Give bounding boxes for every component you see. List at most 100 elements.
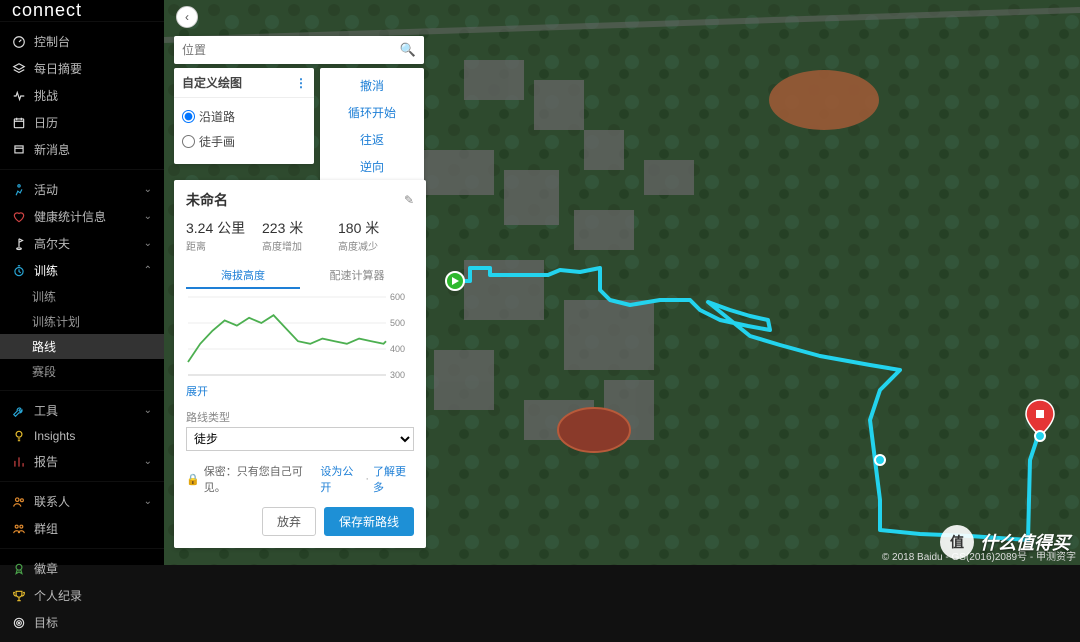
nav-label: 联系人 xyxy=(34,493,70,510)
make-public-link[interactable]: 设为公开 xyxy=(320,463,361,495)
nav-label: 每日摘要 xyxy=(34,60,82,77)
route-type-label: 路线类型 xyxy=(186,409,414,425)
golf-icon xyxy=(12,237,26,251)
nav-training[interactable]: 训练 ⌃ xyxy=(0,257,164,284)
nav-badges[interactable]: 徽章 xyxy=(0,555,164,582)
stat-value: 180 米 xyxy=(338,218,414,238)
nav-sub-routes[interactable]: 路线 xyxy=(0,334,164,359)
nav-console[interactable]: 控制台 xyxy=(0,28,164,55)
radio-freehand[interactable] xyxy=(182,135,195,148)
save-route-button[interactable]: 保存新路线 xyxy=(324,507,414,536)
nav-records: 徽章 个人纪录 目标 xyxy=(0,548,164,642)
nav-label: 健康统计信息 xyxy=(34,208,106,225)
nav-golf[interactable]: 高尔夫 ⌄ xyxy=(0,230,164,257)
watermark: 值 什么值得买 xyxy=(940,525,1070,559)
stat-elev-loss: 180 米 高度减少 xyxy=(338,218,414,253)
route-type-select[interactable]: 徒步 xyxy=(186,427,414,451)
nav-insights[interactable]: Insights xyxy=(0,424,164,448)
nav-tools-item[interactable]: 工具 ⌄ xyxy=(0,397,164,424)
action-undo[interactable]: 撤消 xyxy=(320,72,424,99)
target-icon xyxy=(12,616,26,630)
svg-text:500: 500 xyxy=(390,318,405,328)
nav-social: 联系人 ⌄ 群组 xyxy=(0,481,164,548)
nav-label: 新消息 xyxy=(34,141,70,158)
search-panel: 🔍 xyxy=(174,36,424,64)
chevron-up-icon: ⌃ xyxy=(144,265,152,276)
nav-label: 高尔夫 xyxy=(34,235,70,252)
heart-icon xyxy=(12,210,26,224)
chevron-down-icon: ⌄ xyxy=(144,184,152,195)
edit-icon[interactable]: ✎ xyxy=(404,193,414,207)
bell-icon xyxy=(12,143,26,157)
nav-label: Insights xyxy=(34,429,75,443)
nav-daily[interactable]: 每日摘要 xyxy=(0,55,164,82)
nav-goals[interactable]: 目标 xyxy=(0,609,164,636)
watermark-badge-icon: 值 xyxy=(940,525,974,559)
timer-icon xyxy=(12,264,26,278)
draw-option-freehand[interactable]: 徒手画 xyxy=(182,129,306,154)
nav-contacts[interactable]: 联系人 ⌄ xyxy=(0,488,164,515)
lock-icon: 🔒 xyxy=(186,473,200,486)
nav-challenges[interactable]: 挑战 xyxy=(0,82,164,109)
nav-label: 活动 xyxy=(34,181,58,198)
svg-text:600: 600 xyxy=(390,293,405,302)
nav-newsfeed[interactable]: 新消息 xyxy=(0,136,164,163)
nav-reports[interactable]: 报告 ⌄ xyxy=(0,448,164,475)
nav-label: 徽章 xyxy=(34,560,58,577)
trophy-icon xyxy=(12,589,26,603)
stat-label: 高度增加 xyxy=(262,238,338,253)
nav-label: 报告 xyxy=(34,453,58,470)
nav-pr[interactable]: 个人纪录 xyxy=(0,582,164,609)
chevron-down-icon: ⌄ xyxy=(144,211,152,222)
expand-link[interactable]: 展开 xyxy=(186,386,208,398)
map-area[interactable]: ‹ 🔍 自定义绘图 ⋮ 沿道路 徒手画 撤消 循环开始 往返 逆向 添加路线点 xyxy=(164,0,1080,565)
radio-road[interactable] xyxy=(182,110,195,123)
gauge-icon xyxy=(12,35,26,49)
tab-elevation[interactable]: 海拔高度 xyxy=(186,263,300,289)
groups-icon xyxy=(12,522,26,536)
learn-more-link[interactable]: 了解更多 xyxy=(373,463,414,495)
sidebar: connect 控制台 每日摘要 挑战 日历 新消息 活动 ⌄ xyxy=(0,0,164,565)
action-reverse[interactable]: 逆向 xyxy=(320,153,424,180)
nav-sub-plans[interactable]: 训练计划 xyxy=(0,309,164,334)
chevron-down-icon: ⌄ xyxy=(144,496,152,507)
search-input[interactable] xyxy=(182,43,400,57)
action-loopstart[interactable]: 循环开始 xyxy=(320,99,424,126)
layers-icon xyxy=(12,62,26,76)
nav-label: 个人纪录 xyxy=(34,587,82,604)
detail-panel: 未命名 ✎ 3.24 公里 距离 223 米 高度增加 180 米 高度减少 海… xyxy=(174,180,426,548)
stat-value: 223 米 xyxy=(262,218,338,238)
pulse-icon xyxy=(12,89,26,103)
start-marker xyxy=(446,272,464,290)
nav-sub-training[interactable]: 训练 xyxy=(0,284,164,309)
nav-primary: 控制台 每日摘要 挑战 日历 新消息 xyxy=(0,21,164,169)
discard-button[interactable]: 放弃 xyxy=(262,507,316,536)
watermark-text: 什么值得买 xyxy=(980,529,1070,555)
draw-option-road[interactable]: 沿道路 xyxy=(182,104,306,129)
nav-label: 控制台 xyxy=(34,33,70,50)
nav-health[interactable]: 健康统计信息 ⌄ xyxy=(0,203,164,230)
wrench-icon xyxy=(12,404,26,418)
back-button[interactable]: ‹ xyxy=(176,6,198,28)
nav-calendar[interactable]: 日历 xyxy=(0,109,164,136)
action-outback[interactable]: 往返 xyxy=(320,126,424,153)
nav-groups[interactable]: 群组 xyxy=(0,515,164,542)
search-icon[interactable]: 🔍 xyxy=(400,42,416,58)
nav-sub-segments[interactable]: 赛段 xyxy=(0,359,164,384)
run-icon xyxy=(12,183,26,197)
draw-title: 自定义绘图 xyxy=(182,74,242,91)
chevron-down-icon: ⌄ xyxy=(144,405,152,416)
nav-label: 工具 xyxy=(34,402,58,419)
bulb-icon xyxy=(12,429,26,443)
draw-panel: 自定义绘图 ⋮ 沿道路 徒手画 xyxy=(174,68,314,164)
nav-activities-item[interactable]: 活动 ⌄ xyxy=(0,176,164,203)
tab-pace[interactable]: 配速计算器 xyxy=(300,263,414,289)
radio-label: 徒手画 xyxy=(199,133,235,150)
nav-label: 日历 xyxy=(34,114,58,131)
privacy-row: 🔒 保密：只有您自己可见。 设为公开 · 了解更多 xyxy=(186,463,414,495)
stat-value: 3.24 公里 xyxy=(186,218,262,238)
stat-label: 距离 xyxy=(186,238,262,253)
more-icon[interactable]: ⋮ xyxy=(295,76,306,90)
contacts-icon xyxy=(12,495,26,509)
privacy-text: 保密：只有您自己可见。 xyxy=(204,463,317,495)
